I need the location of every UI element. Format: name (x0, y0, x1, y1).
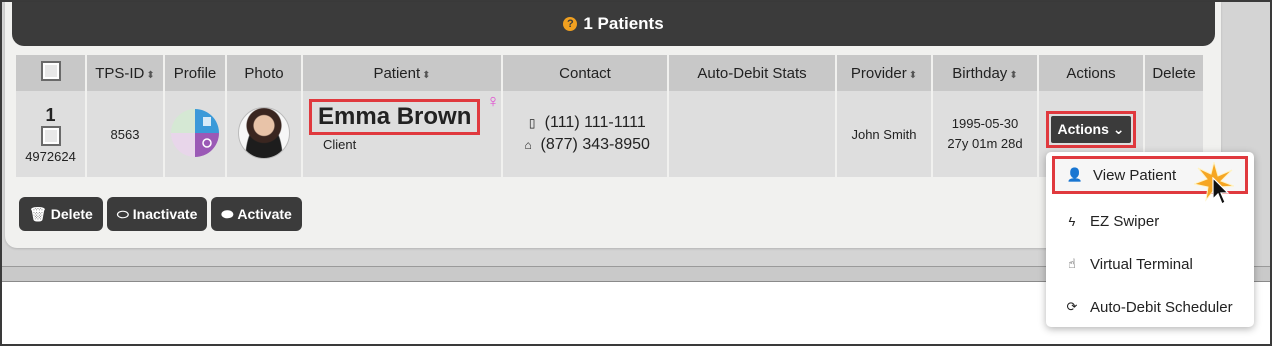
col-contact: Contact (502, 55, 669, 91)
actions-dropdown-button[interactable]: Actions ⌄ (1050, 115, 1132, 143)
photo-cell (226, 91, 303, 177)
contact-home: ⌂ (877) 343-8950 (503, 134, 667, 156)
menu-item-label: View Patient (1093, 166, 1177, 184)
sort-icon: ⬍ (1009, 69, 1018, 81)
col-patient[interactable]: Patient ⬍ (302, 55, 503, 91)
col-provider[interactable]: Provider ⬍ (836, 55, 933, 91)
row-checkbox[interactable] (40, 125, 61, 146)
bulk-actions: 🗑 Delete ⬭ Inactivate ⬬ Activate (19, 197, 302, 231)
row-select-cell: 1 4972624 (16, 91, 87, 177)
select-all-header (16, 55, 87, 91)
col-delete: Delete (1144, 55, 1205, 91)
toggle-off-icon: ⬭ (116, 205, 129, 222)
female-icon: ♀ (486, 91, 500, 111)
panel-title: 1 Patients (583, 14, 664, 33)
col-auto-debit: Auto-Debit Stats (668, 55, 837, 91)
table-row: 1 4972624 8563 Emma Brown♀ Client ▯ (111… (16, 91, 1205, 177)
mobile-phone-icon: ▯ (528, 116, 536, 130)
toggle-on-icon: ⬬ (221, 205, 234, 222)
menu-item-label: Virtual Terminal (1090, 255, 1193, 273)
sort-icon: ⬍ (146, 69, 155, 81)
table-header-row: TPS-ID ⬍ Profile Photo Patient ⬍ Contact A… (16, 55, 1205, 91)
actions-highlight: Actions ⌄ (1045, 110, 1137, 148)
trash-icon: 🗑 (29, 205, 47, 222)
inactivate-label: Inactivate (132, 206, 198, 222)
col-tps-id[interactable]: TPS-ID ⬍ (86, 55, 165, 91)
menu-item-virtual-terminal[interactable]: ☝ Virtual Terminal (1052, 245, 1248, 283)
hand-pointer-icon: ☝ (1068, 256, 1076, 271)
actions-label: Actions (1057, 120, 1109, 137)
col-tps-id-label: TPS-ID (95, 64, 145, 82)
sort-icon: ⬍ (908, 69, 918, 81)
chevron-down-icon: ⌄ (1112, 120, 1125, 137)
home-number[interactable]: (877) 343-8950 (541, 136, 650, 153)
bolt-icon: ϟ (1068, 213, 1076, 229)
delete-button[interactable]: 🗑 Delete (19, 197, 103, 231)
col-provider-label: Provider (850, 64, 907, 82)
activate-button[interactable]: ⬬ Activate (211, 197, 302, 231)
inactivate-button[interactable]: ⬭ Inactivate (106, 197, 208, 231)
col-patient-label: Patient (373, 64, 421, 82)
sort-icon: ⬍ (422, 69, 431, 81)
col-birthday-label: Birthday (952, 64, 1008, 82)
row-number: 1 (45, 104, 56, 125)
age: 27y 01m 28d (947, 136, 1023, 151)
auto-debit-cell (668, 91, 837, 177)
patient-name-link[interactable]: Emma Brown (309, 99, 481, 135)
help-icon[interactable]: ? (563, 17, 578, 31)
profile-puzzle-icon[interactable] (169, 107, 221, 159)
screen-frame: ? 1 Patients TPS-ID ⬍ Profile Photo Patie… (0, 0, 1272, 346)
patient-cell: Emma Brown♀ Client (302, 91, 503, 177)
birth-date: 1995-05-30 (951, 116, 1019, 131)
menu-item-auto-debit-scheduler[interactable]: ⟳ Auto-Debit Scheduler (1052, 288, 1248, 326)
refresh-icon: ⟳ (1066, 299, 1078, 314)
tps-id-cell: 8563 (86, 91, 165, 177)
col-actions: Actions (1038, 55, 1145, 91)
patients-table: TPS-ID ⬍ Profile Photo Patient ⬍ Contact A… (16, 55, 1205, 177)
user-icon: 👤 (1066, 167, 1084, 182)
activate-label: Activate (237, 206, 292, 222)
delete-label: Delete (50, 206, 93, 222)
home-icon: ⌂ (524, 138, 532, 152)
patient-type: Client (323, 137, 357, 152)
patient-photo (238, 106, 290, 159)
birthday-cell: 1995-05-30 27y 01m 28d (932, 91, 1039, 177)
contact-cell: ▯ (111) 111-1111 ⌂ (877) 343-8950 (502, 91, 669, 177)
mobile-number[interactable]: (111) 111-1111 (545, 114, 646, 131)
menu-item-ez-swiper[interactable]: ϟ EZ Swiper (1052, 202, 1248, 240)
col-profile: Profile (164, 55, 227, 91)
provider-cell: John Smith (836, 91, 933, 177)
select-all-checkbox[interactable] (40, 61, 61, 81)
contact-mobile: ▯ (111) 111-1111 (503, 112, 667, 134)
menu-item-label: Auto-Debit Scheduler (1090, 298, 1233, 316)
account-id: 4972624 (25, 148, 76, 164)
col-birthday[interactable]: Birthday ⬍ (932, 55, 1039, 91)
profile-cell (164, 91, 227, 177)
menu-item-label: EZ Swiper (1090, 212, 1160, 230)
col-photo: Photo (226, 55, 303, 91)
mouse-cursor-icon (1212, 177, 1230, 205)
panel-header: ? 1 Patients (12, 2, 1215, 46)
